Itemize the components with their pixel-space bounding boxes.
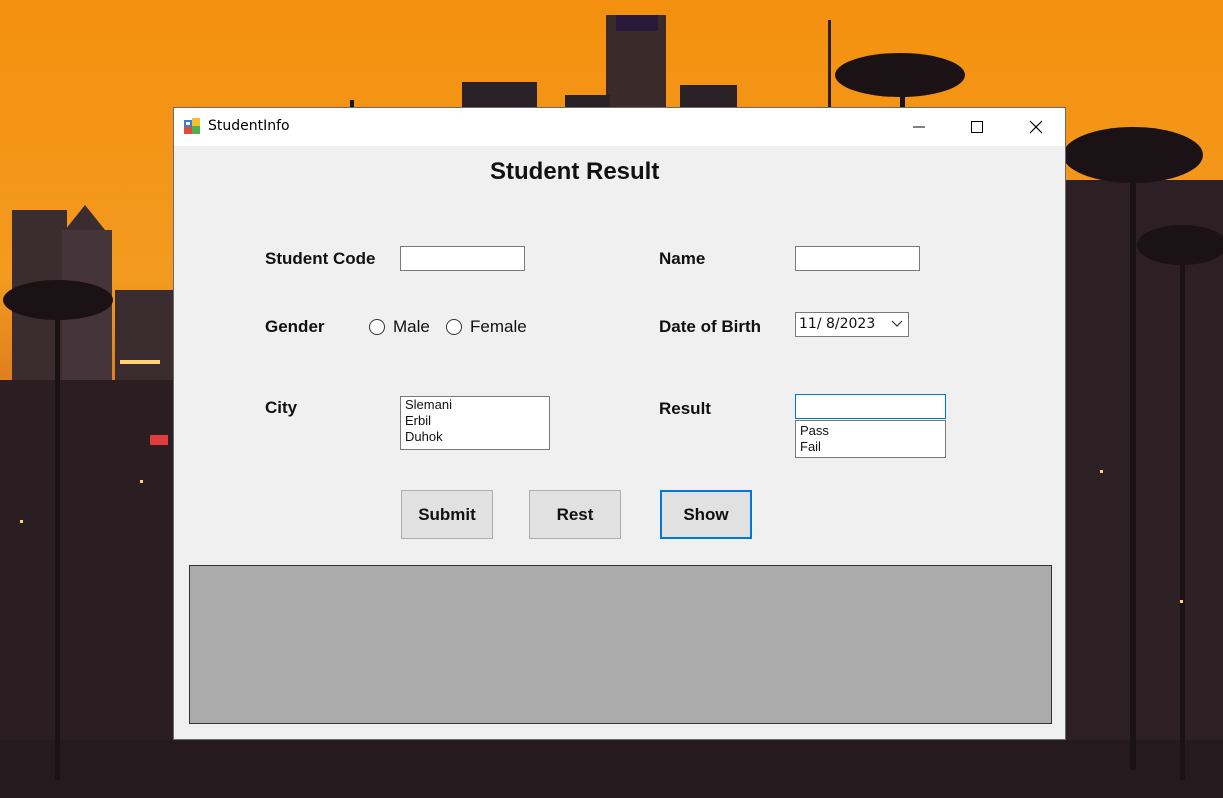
student-code-label: Student Code xyxy=(265,249,376,268)
result-option[interactable]: Fail xyxy=(796,439,945,455)
submit-button[interactable]: Submit xyxy=(401,490,493,539)
title-bar[interactable]: StudentInfo xyxy=(174,108,1065,146)
maximize-button[interactable] xyxy=(948,108,1006,146)
result-combobox-input[interactable] xyxy=(795,394,946,419)
minimize-icon xyxy=(913,126,925,128)
form-heading: Student Result xyxy=(490,158,660,185)
student-info-window: StudentInfo Student Result Student Code … xyxy=(173,107,1066,740)
student-code-input[interactable] xyxy=(400,246,525,271)
form-client-area: Student Result Student Code Name Gender … xyxy=(174,146,1065,739)
maximize-icon xyxy=(971,121,983,133)
window-title: StudentInfo xyxy=(208,118,290,134)
close-button[interactable] xyxy=(1007,108,1065,146)
gender-female-label: Female xyxy=(470,317,527,336)
close-icon xyxy=(1029,120,1043,134)
result-option[interactable]: Pass xyxy=(796,423,945,439)
result-dropdown-list[interactable]: Pass Fail xyxy=(795,420,946,458)
city-list-item[interactable]: Duhok xyxy=(401,429,549,445)
radio-circle[interactable] xyxy=(369,319,385,335)
gender-label: Gender xyxy=(265,317,325,336)
result-label: Result xyxy=(659,399,711,418)
chevron-down-icon[interactable] xyxy=(891,320,903,328)
show-button[interactable]: Show xyxy=(660,490,752,539)
city-list-item[interactable]: Slemani xyxy=(401,397,549,413)
city-listbox[interactable]: Slemani Erbil Duhok xyxy=(400,396,550,450)
city-list-item[interactable]: Erbil xyxy=(401,413,549,429)
gender-male-radio[interactable]: Male xyxy=(369,317,430,337)
gender-female-radio[interactable]: Female xyxy=(446,317,527,337)
student-data-grid[interactable] xyxy=(189,565,1052,724)
reset-button[interactable]: Rest xyxy=(529,490,621,539)
minimize-button[interactable] xyxy=(890,108,948,146)
name-label: Name xyxy=(659,249,706,268)
winforms-app-icon xyxy=(184,118,200,134)
gender-male-label: Male xyxy=(393,317,430,336)
radio-circle[interactable] xyxy=(446,319,462,335)
city-label: City xyxy=(265,398,298,417)
date-of-birth-picker[interactable]: 11/ 8/2023 xyxy=(795,312,909,337)
name-input[interactable] xyxy=(795,246,920,271)
date-of-birth-label: Date of Birth xyxy=(659,317,761,336)
date-of-birth-value: 11/ 8/2023 xyxy=(799,316,876,332)
